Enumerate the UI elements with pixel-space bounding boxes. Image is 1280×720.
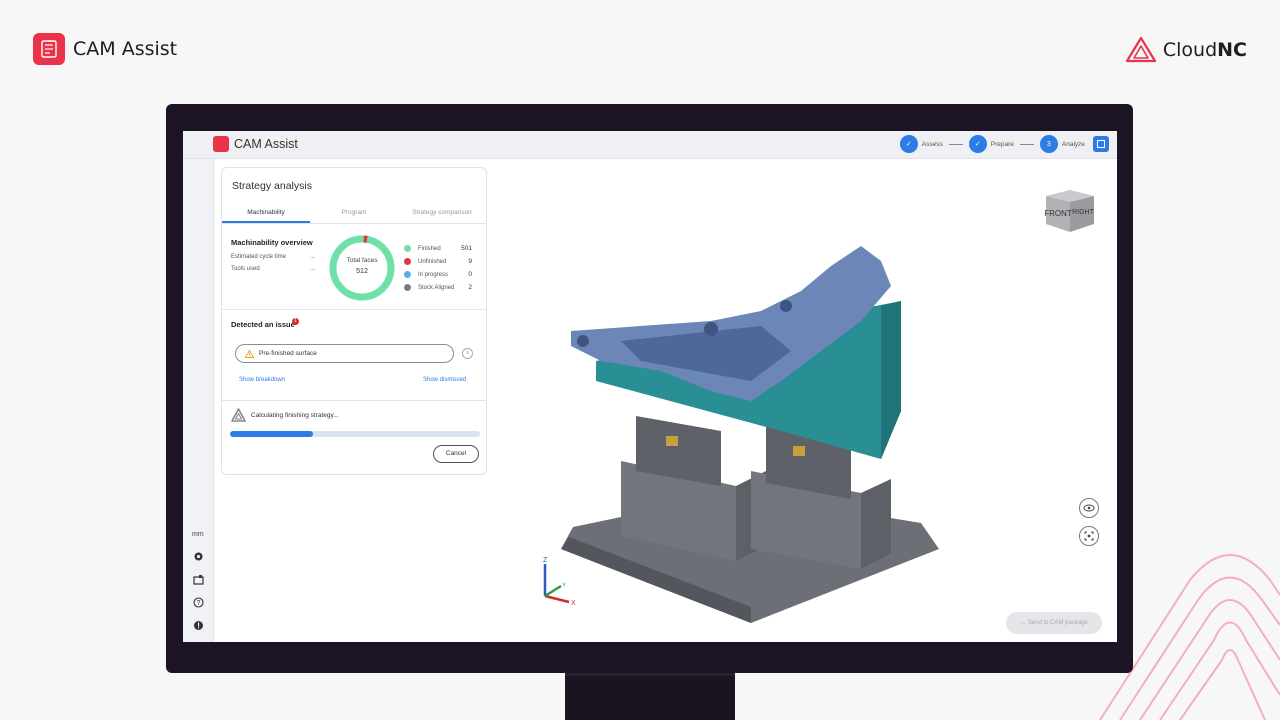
fit-view-button[interactable] bbox=[1079, 526, 1099, 546]
cam-assist-logo-icon bbox=[33, 33, 65, 65]
step-assess-label: Assess bbox=[921, 140, 943, 148]
legend-count: 501 bbox=[461, 245, 472, 252]
fixture-support-side bbox=[881, 301, 901, 459]
cad-model-view[interactable] bbox=[561, 231, 941, 631]
step-prepare-check-icon[interactable]: ✓ bbox=[968, 135, 987, 153]
warning-icon bbox=[245, 349, 254, 358]
issue-text: Pre-finished surface bbox=[259, 350, 317, 357]
issue-count-badge: 1 bbox=[292, 318, 299, 325]
app-header: CAM Assist ✓ Assess ✓ Prepare 3 Analyze bbox=[183, 131, 1117, 159]
donut-label: Total faces bbox=[346, 257, 378, 264]
app-screen: CAM Assist ✓ Assess ✓ Prepare 3 Analyze … bbox=[183, 131, 1117, 642]
left-rail: mm ? bbox=[183, 159, 214, 642]
cancel-button[interactable]: Cancel bbox=[433, 445, 479, 463]
tab-program[interactable]: Program bbox=[310, 202, 398, 223]
clamp-screw-left bbox=[666, 436, 678, 446]
legend-item: Finished 501 bbox=[404, 242, 472, 255]
step-prepare-label: Prepare bbox=[990, 140, 1014, 148]
tools-used-value: ... bbox=[310, 266, 316, 272]
legend-item: Unfinished 9 bbox=[404, 255, 472, 268]
part-hole bbox=[704, 322, 718, 336]
legend-dot-stock-aligned bbox=[404, 284, 411, 291]
view-cube[interactable]: FRONT RIGHT bbox=[1044, 182, 1096, 234]
legend-count: 2 bbox=[468, 284, 472, 291]
issue-item[interactable]: Pre-finished surface bbox=[235, 344, 454, 363]
show-breakdown-link[interactable]: Show breakdown bbox=[239, 377, 285, 383]
tab-strategy-comparison[interactable]: Strategy comparison bbox=[398, 202, 486, 223]
step-analyze-number[interactable]: 3 bbox=[1039, 135, 1058, 153]
tools-used-label: Tools used bbox=[231, 266, 260, 272]
legend-dot-unfinished bbox=[404, 258, 411, 265]
focus-icon bbox=[1084, 531, 1094, 541]
cloudnc-wordmark: CloudNC bbox=[1162, 39, 1247, 61]
progress-steps: ✓ Assess ✓ Prepare 3 Analyze bbox=[899, 135, 1109, 153]
axis-x-label: X bbox=[571, 600, 576, 607]
calculating-spinner-icon bbox=[231, 408, 246, 422]
legend-count: 9 bbox=[468, 258, 472, 265]
legend-item: Stock Aligned 2 bbox=[404, 281, 472, 294]
panel-title: Strategy analysis bbox=[232, 180, 312, 192]
part-hole bbox=[577, 335, 589, 347]
monitor-stand bbox=[565, 673, 735, 720]
view-cube-right-label: RIGHT bbox=[1072, 209, 1095, 216]
tab-machinability[interactable]: Machinability bbox=[222, 202, 310, 223]
step-connector bbox=[948, 143, 963, 145]
clamp-screw-right bbox=[793, 446, 805, 456]
axis-z-label: Z bbox=[543, 557, 548, 564]
expand-view-icon[interactable] bbox=[1093, 136, 1109, 152]
cloudnc-mark-icon bbox=[1125, 36, 1156, 63]
calculating-text: Calculating finishing strategy... bbox=[251, 412, 339, 419]
legend-item: In progress 0 bbox=[404, 268, 472, 281]
axis-y-label: Y bbox=[562, 583, 566, 589]
donut-value: 512 bbox=[356, 268, 368, 275]
app-title-text: CAM Assist bbox=[234, 137, 298, 151]
brand-header: CAM Assist bbox=[33, 33, 177, 65]
panel-tabs: Machinability Program Strategy compariso… bbox=[222, 202, 486, 224]
part-hole bbox=[780, 300, 792, 312]
legend-dot-finished bbox=[404, 245, 411, 252]
app-title: CAM Assist bbox=[213, 136, 298, 152]
view-cube-front-label: FRONT bbox=[1044, 209, 1072, 218]
settings-icon[interactable] bbox=[193, 551, 204, 562]
section-divider bbox=[222, 309, 486, 310]
cycle-time-value: ... bbox=[310, 254, 316, 260]
section-divider bbox=[222, 400, 486, 401]
step-connector bbox=[1019, 143, 1034, 145]
strategy-analysis-panel: Strategy analysis Machinability Program … bbox=[221, 167, 487, 475]
machinability-overview-title: Machinability overview bbox=[231, 238, 313, 247]
app-logo-icon bbox=[213, 136, 229, 152]
step-analyze-label: Analyze bbox=[1061, 140, 1085, 148]
send-to-cam-label: Send to CAM package bbox=[1027, 620, 1088, 626]
machine-icon[interactable] bbox=[193, 574, 204, 585]
legend-name: Stock Aligned bbox=[418, 284, 455, 291]
legend-name: In progress bbox=[418, 271, 449, 278]
detected-issue-title: Detected an issue bbox=[231, 320, 295, 329]
help-icon[interactable]: ? bbox=[193, 597, 204, 608]
progress-fill bbox=[230, 431, 313, 437]
show-dismissed-link[interactable]: Show dismissed bbox=[423, 377, 466, 383]
svg-text:?: ? bbox=[197, 600, 201, 607]
step-assess-check-icon[interactable]: ✓ bbox=[899, 135, 918, 153]
legend-dot-in-progress bbox=[404, 271, 411, 278]
brand-name: CAM Assist bbox=[73, 38, 178, 60]
calculation-progress-bar bbox=[230, 431, 480, 437]
legend-name: Unfinished bbox=[418, 258, 447, 265]
visibility-toggle-button[interactable] bbox=[1079, 498, 1099, 518]
legend-name: Finished bbox=[418, 245, 441, 252]
legend-count: 0 bbox=[468, 271, 472, 278]
send-to-cam-button[interactable]: → Send to CAM package bbox=[1006, 612, 1102, 634]
faces-legend: Finished 501 Unfinished 9 In progress 0 … bbox=[404, 242, 472, 294]
cycle-time-label: Estimated cycle time bbox=[231, 254, 287, 260]
units-toggle[interactable]: mm bbox=[192, 531, 204, 538]
alert-icon[interactable] bbox=[193, 620, 204, 631]
cloudnc-logo: CloudNC bbox=[1125, 36, 1247, 64]
eye-icon bbox=[1083, 504, 1095, 512]
axis-triad: Z Y X bbox=[543, 557, 576, 607]
dismiss-issue-icon[interactable]: × bbox=[462, 348, 473, 359]
